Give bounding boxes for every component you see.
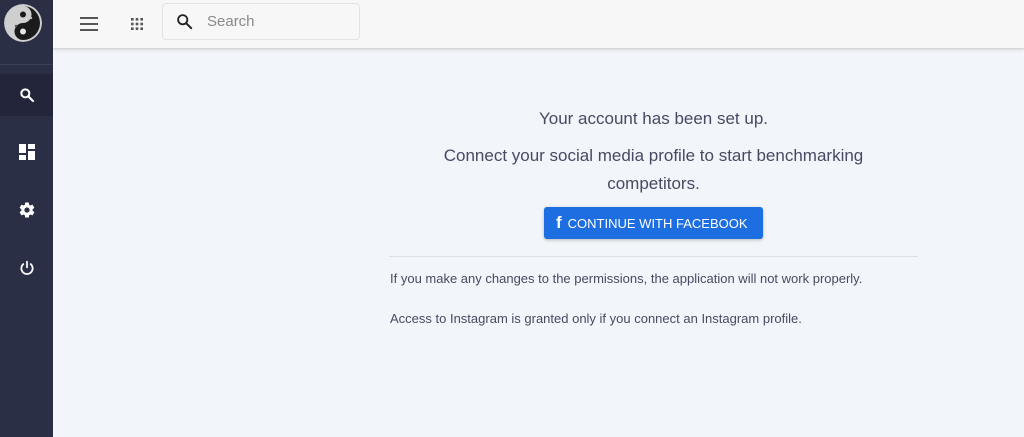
setup-complete-message: Your account has been set up. (538, 109, 769, 128)
apps-button[interactable] (122, 9, 152, 39)
section-divider (389, 256, 918, 257)
dashboard-icon (18, 144, 35, 160)
sidebar-divider (0, 64, 53, 65)
menu-button[interactable] (74, 9, 104, 39)
facebook-icon: f (556, 213, 562, 232)
search-icon (19, 88, 34, 103)
connect-profile-message: Connect your social media profile to sta… (443, 146, 864, 193)
power-icon (20, 260, 33, 275)
sidebar (0, 0, 53, 437)
top-bar (53, 0, 1024, 49)
search-icon (177, 14, 193, 30)
yin-yang-logo[interactable] (4, 4, 42, 42)
instagram-note: Access to Instagram is granted only if y… (390, 311, 802, 326)
sidebar-item-settings[interactable] (0, 189, 53, 231)
sidebar-item-logout[interactable] (0, 247, 53, 289)
settings-gear-icon (19, 202, 34, 218)
permissions-note: If you make any changes to the permissio… (390, 271, 863, 286)
facebook-button-label: CONTINUE WITH FACEBOOK (567, 215, 748, 231)
sidebar-item-search[interactable] (0, 74, 53, 116)
hamburger-menu-icon (80, 17, 98, 31)
continue-with-facebook-button[interactable]: f CONTINUE WITH FACEBOOK (544, 207, 763, 239)
main-content: Your account has been set up. Connect yo… (389, 98, 918, 328)
sidebar-item-dashboard[interactable] (0, 131, 53, 173)
search-box[interactable] (162, 3, 360, 40)
search-input[interactable] (205, 12, 349, 31)
facebook-button-wrapper: f CONTINUE WITH FACEBOOK (389, 207, 918, 239)
apps-grid-icon (131, 18, 143, 30)
